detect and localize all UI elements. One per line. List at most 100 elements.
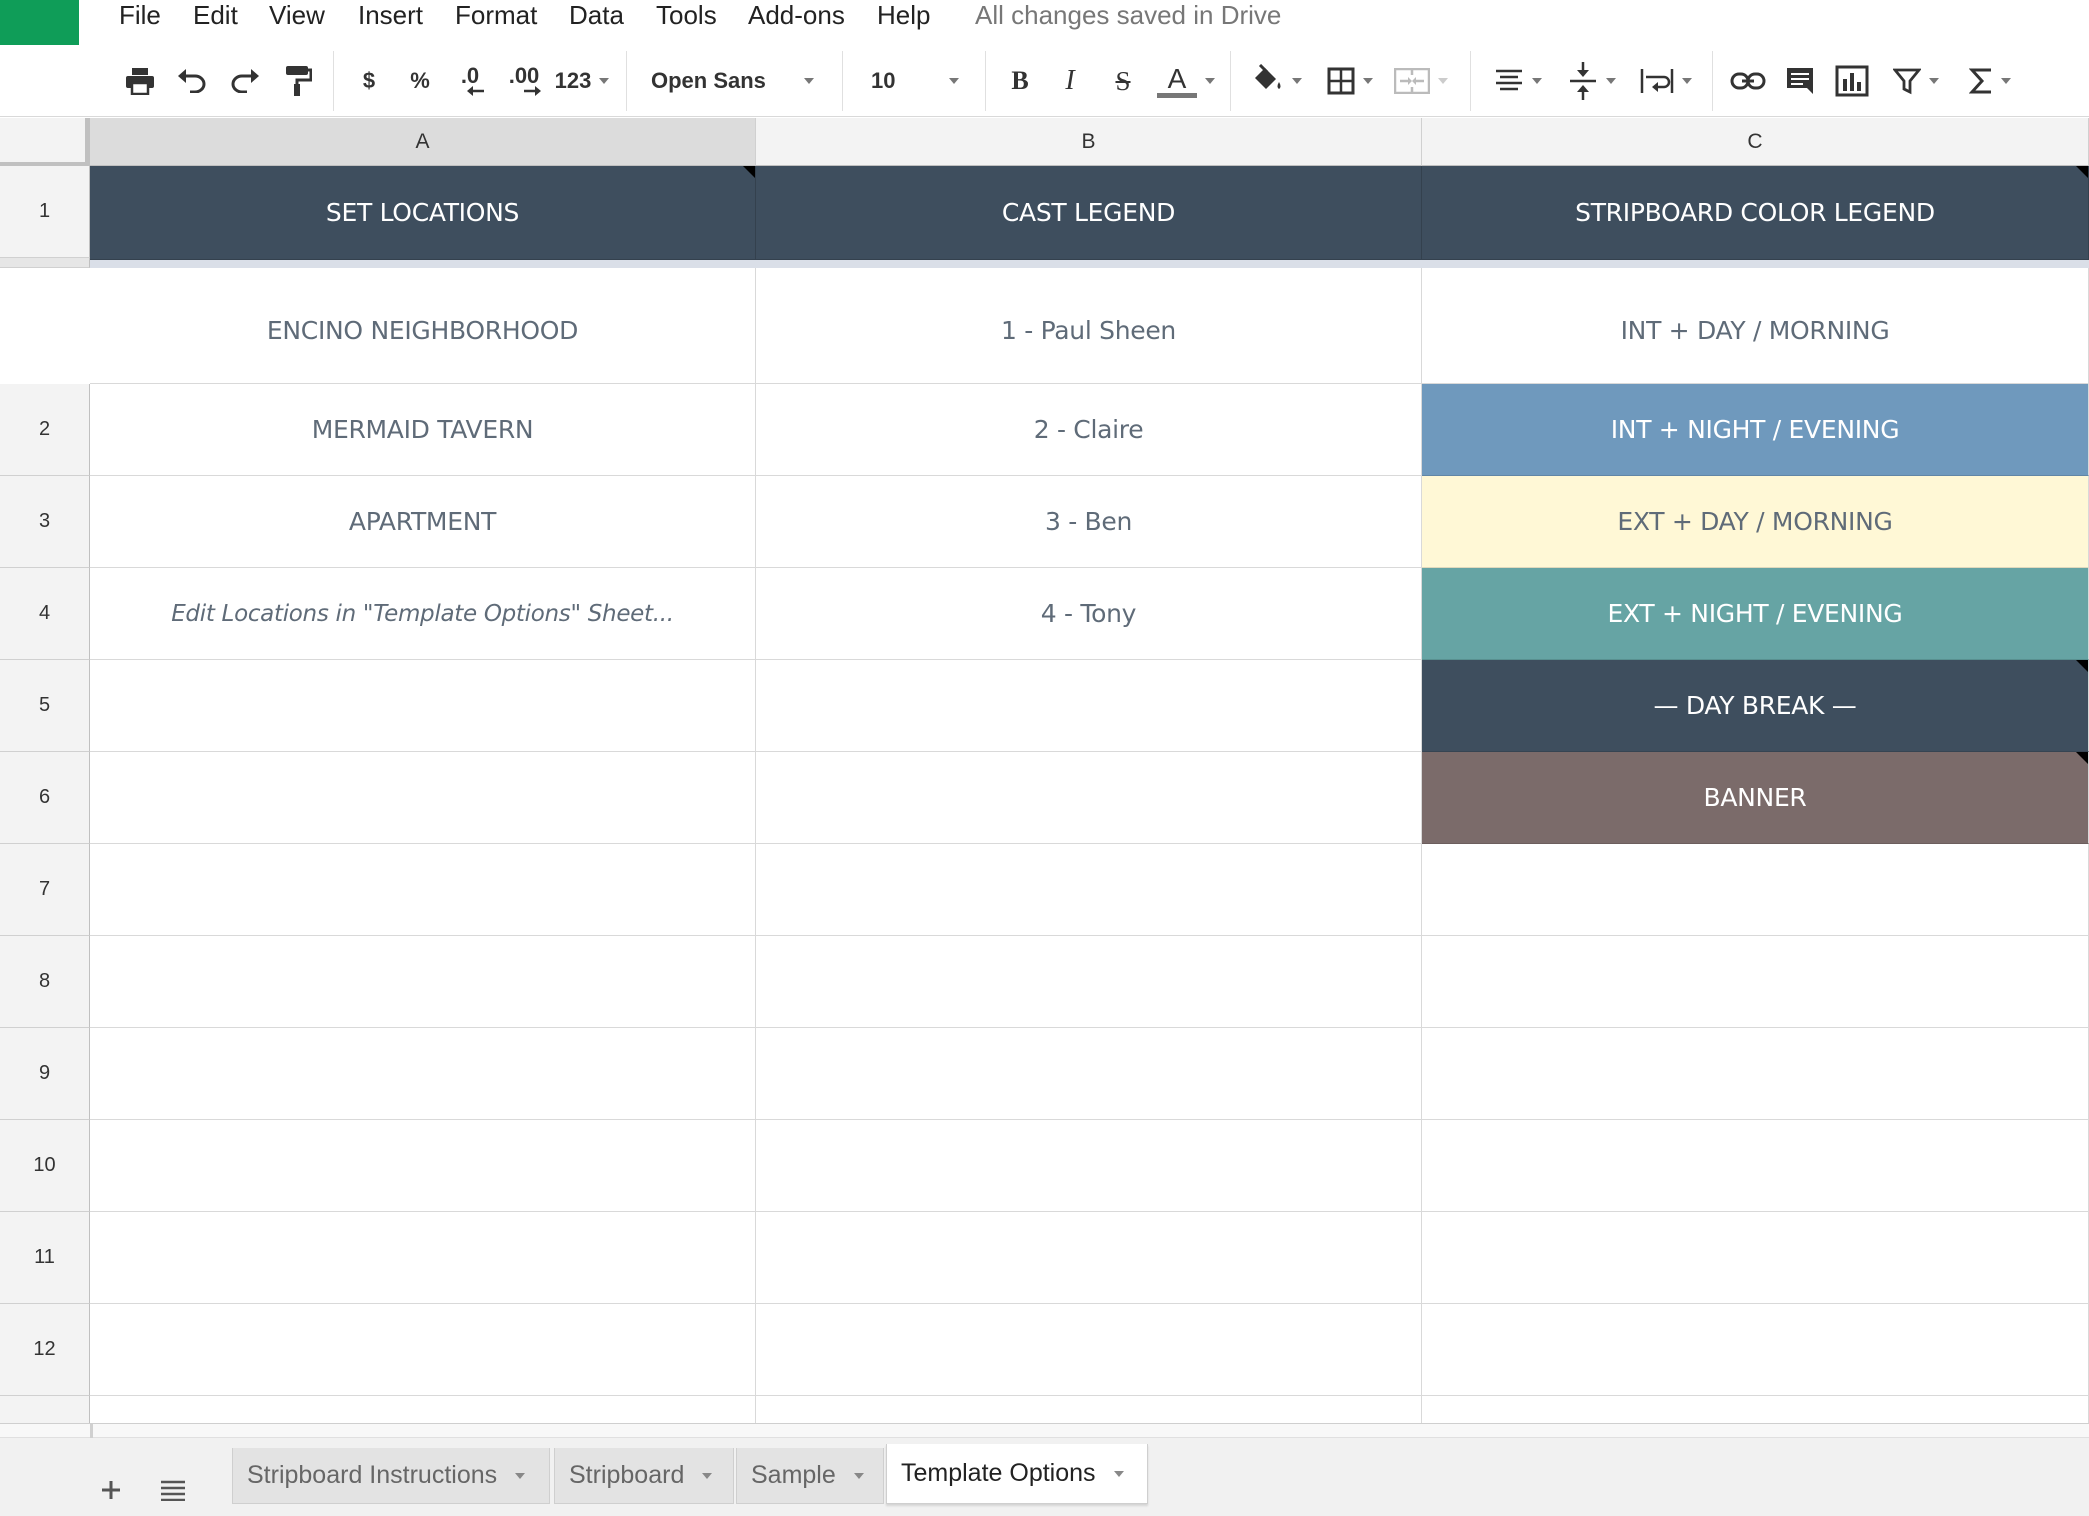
vertical-align-button[interactable] <box>1564 61 1620 101</box>
cell-a2[interactable]: ENCINO NEIGHBORHOOD <box>90 268 756 384</box>
undo-button[interactable] <box>172 61 212 101</box>
cell-a1[interactable]: SET LOCATIONS <box>90 166 756 260</box>
row-header[interactable]: 5 <box>0 660 90 752</box>
cell-c8[interactable] <box>1422 844 2089 936</box>
cell-c1[interactable]: STRIPBOARD COLOR LEGEND <box>1422 166 2089 260</box>
cell-c2-legend-int-day[interactable]: INT + DAY / MORNING <box>1422 268 2089 384</box>
font-size-select[interactable]: 10 <box>865 61 965 101</box>
menu-help[interactable]: Help <box>877 0 930 30</box>
menu-tools[interactable]: Tools <box>656 0 717 30</box>
frozen-row-divider[interactable] <box>90 260 2089 268</box>
row-header[interactable]: 11 <box>0 1212 90 1304</box>
cell-b1[interactable]: CAST LEGEND <box>756 166 1422 260</box>
bold-button[interactable]: B <box>1005 61 1035 101</box>
spreadsheet-grid[interactable]: A B C 1 2 3 4 5 6 7 8 9 10 11 12 13 14 S… <box>0 118 2089 1423</box>
cell-c9[interactable] <box>1422 936 2089 1028</box>
horizontal-scrollbar[interactable] <box>0 1424 2089 1438</box>
cell-c13[interactable] <box>1422 1304 2089 1396</box>
row-header[interactable]: 10 <box>0 1120 90 1212</box>
merge-cells-button[interactable] <box>1390 61 1452 101</box>
row-header[interactable]: 13 <box>0 1396 90 1423</box>
horizontal-align-button[interactable] <box>1490 61 1546 101</box>
menu-file[interactable]: File <box>119 0 161 30</box>
cell-c12[interactable] <box>1422 1212 2089 1304</box>
save-status[interactable]: All changes saved in Drive <box>975 0 1281 30</box>
cell-b11[interactable] <box>756 1120 1422 1212</box>
format-percent-button[interactable]: % <box>405 61 435 101</box>
paint-format-button[interactable] <box>280 61 316 101</box>
cell-b7[interactable] <box>756 752 1422 844</box>
cell-c11[interactable] <box>1422 1120 2089 1212</box>
column-header-b[interactable]: B <box>756 118 1422 166</box>
row-header[interactable]: 4 <box>0 568 90 660</box>
select-all-corner[interactable] <box>0 118 90 166</box>
sheet-tab-template-options[interactable]: Template Options <box>886 1444 1148 1504</box>
cell-b8[interactable] <box>756 844 1422 936</box>
add-sheet-button[interactable] <box>93 1472 129 1508</box>
cell-b3[interactable]: 2 - Claire <box>756 384 1422 476</box>
row-header[interactable]: 3 <box>0 476 90 568</box>
functions-button[interactable] <box>1960 61 2020 101</box>
cell-a14[interactable] <box>90 1396 756 1423</box>
text-wrap-button[interactable] <box>1636 61 1696 101</box>
cell-c5-legend-ext-night[interactable]: EXT + NIGHT / EVENING <box>1422 568 2089 660</box>
sheet-tab-stripboard-instructions[interactable]: Stripboard Instructions <box>232 1448 550 1504</box>
italic-button[interactable]: I <box>1055 61 1085 101</box>
cell-b13[interactable] <box>756 1304 1422 1396</box>
all-sheets-button[interactable] <box>155 1472 191 1508</box>
insert-link-button[interactable] <box>1728 61 1768 101</box>
row-header[interactable]: 7 <box>0 844 90 936</box>
chevron-down-icon[interactable] <box>1113 1470 1124 1477</box>
print-button[interactable] <box>120 61 160 101</box>
cell-a6[interactable] <box>90 660 756 752</box>
format-currency-button[interactable]: $ <box>355 61 383 101</box>
cell-a7[interactable] <box>90 752 756 844</box>
frozen-divider-handle[interactable] <box>0 258 90 268</box>
cell-a3[interactable]: MERMAID TAVERN <box>90 384 756 476</box>
cell-c3-legend-int-night[interactable]: INT + NIGHT / EVENING <box>1422 384 2089 476</box>
redo-button[interactable] <box>225 61 265 101</box>
cell-a10[interactable] <box>90 1028 756 1120</box>
insert-comment-button[interactable] <box>1782 61 1818 101</box>
cell-c7-legend-banner[interactable]: BANNER <box>1422 752 2089 844</box>
row-header[interactable]: 9 <box>0 1028 90 1120</box>
cell-b2[interactable]: 1 - Paul Sheen <box>756 268 1422 384</box>
filter-button[interactable] <box>1886 61 1946 101</box>
cell-b12[interactable] <box>756 1212 1422 1304</box>
cell-a13[interactable] <box>90 1304 756 1396</box>
insert-chart-button[interactable] <box>1832 61 1872 101</box>
cell-a9[interactable] <box>90 936 756 1028</box>
borders-button[interactable] <box>1322 61 1378 101</box>
menu-insert[interactable]: Insert <box>358 0 423 30</box>
cell-b10[interactable] <box>756 1028 1422 1120</box>
more-formats-button[interactable]: 123 <box>552 61 612 101</box>
menu-format[interactable]: Format <box>455 0 537 30</box>
chevron-down-icon[interactable] <box>702 1472 713 1479</box>
cell-c10[interactable] <box>1422 1028 2089 1120</box>
row-header[interactable]: 12 <box>0 1304 90 1396</box>
chevron-down-icon[interactable] <box>515 1472 526 1479</box>
cell-b14[interactable] <box>756 1396 1422 1423</box>
cell-b4[interactable]: 3 - Ben <box>756 476 1422 568</box>
cell-a4[interactable]: APARTMENT <box>90 476 756 568</box>
row-header[interactable]: 2 <box>0 384 90 476</box>
row-header[interactable]: 6 <box>0 752 90 844</box>
cell-b5[interactable]: 4 - Tony <box>756 568 1422 660</box>
column-header-c[interactable]: C <box>1422 118 2089 166</box>
font-family-select[interactable]: Open Sans <box>645 61 820 101</box>
cell-c4-legend-ext-day[interactable]: EXT + DAY / MORNING <box>1422 476 2089 568</box>
column-header-a[interactable]: A <box>90 118 756 166</box>
menu-edit[interactable]: Edit <box>193 0 238 30</box>
cell-a12[interactable] <box>90 1212 756 1304</box>
menu-addons[interactable]: Add-ons <box>748 0 845 30</box>
increase-decimal-button[interactable]: .00 <box>503 61 545 101</box>
row-header[interactable]: 8 <box>0 936 90 1028</box>
strikethrough-button[interactable]: S <box>1108 61 1138 101</box>
decrease-decimal-button[interactable]: .0 <box>452 61 488 101</box>
fill-color-button[interactable] <box>1248 61 1304 101</box>
cell-a5[interactable]: Edit Locations in "Template Options" She… <box>90 568 756 660</box>
cell-c6-legend-day-break[interactable]: — DAY BREAK — <box>1422 660 2089 752</box>
sheet-tab-stripboard[interactable]: Stripboard <box>554 1448 734 1504</box>
cell-c14[interactable] <box>1422 1396 2089 1423</box>
sheet-tab-sample[interactable]: Sample <box>736 1448 884 1504</box>
